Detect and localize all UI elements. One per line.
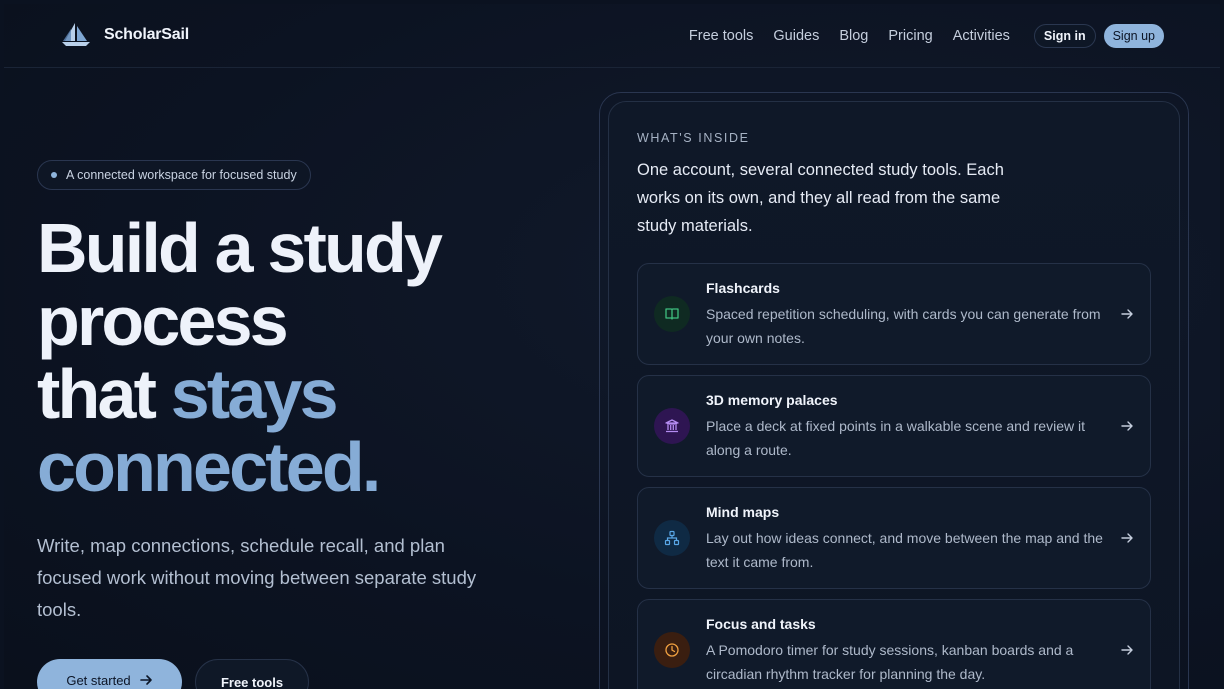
- hero-headline: Build a study process that stays connect…: [37, 212, 557, 504]
- brand-name: ScholarSail: [104, 26, 189, 43]
- memory-palaces-icon-badge: [654, 408, 690, 444]
- mind-maps-icon-badge: [654, 520, 690, 556]
- arrow-right-icon: [1121, 309, 1133, 319]
- nav-free-tools[interactable]: Free tools: [689, 28, 753, 44]
- hero-badge: A connected workspace for focused study: [37, 160, 311, 190]
- feature-description: A Pomodoro timer for study sessions, kan…: [706, 642, 1074, 682]
- get-started-button[interactable]: Get started: [37, 659, 182, 689]
- sign-up-button[interactable]: Sign up: [1103, 24, 1164, 48]
- arrow-right-icon: [1121, 645, 1133, 655]
- sign-in-button[interactable]: Sign in: [1033, 24, 1096, 48]
- nav-activities[interactable]: Activities: [953, 28, 1010, 44]
- feature-card-flashcards[interactable]: Flashcards Spaced repetition scheduling,…: [637, 263, 1151, 365]
- feature-card-memory-palaces[interactable]: 3D memory palaces Place a deck at fixed …: [637, 375, 1151, 477]
- feature-card-focus-tasks[interactable]: Focus and tasks A Pomodoro timer for stu…: [637, 599, 1151, 689]
- flashcards-icon-badge: [654, 296, 690, 332]
- focus-tasks-icon-badge: [654, 632, 690, 668]
- feature-title: Flashcards: [706, 280, 780, 296]
- free-tools-label: Free tools: [220, 674, 284, 689]
- feature-title: Focus and tasks: [706, 616, 816, 632]
- site-header: ScholarSail Free tools Guides Blog Prici…: [4, 4, 1220, 68]
- badge-dot: [51, 172, 57, 178]
- headline-accent-connected: connected.: [37, 428, 381, 506]
- headline-line-2: process: [37, 282, 289, 360]
- book-icon: [665, 308, 679, 320]
- feature-description: Spaced repetition scheduling, with cards…: [706, 306, 1101, 346]
- feature-description: Place a deck at fixed points in a walkab…: [706, 418, 1085, 458]
- hero-subtitle: Write, map connections, schedule recall,…: [37, 535, 477, 620]
- brand-logo[interactable]: ScholarSail: [60, 21, 189, 49]
- sailboat-icon: [62, 23, 90, 46]
- network-icon: [664, 530, 680, 546]
- arrow-right-icon: [139, 675, 152, 685]
- feature-card-mind-maps[interactable]: Mind maps Lay out how ideas connect, and…: [637, 487, 1151, 589]
- nav-guides[interactable]: Guides: [773, 28, 819, 44]
- arrow-right-icon: [1121, 533, 1133, 543]
- main-nav: Free tools Guides Blog Pricing Activitie…: [689, 24, 1164, 48]
- feature-title: 3D memory palaces: [706, 392, 838, 408]
- nav-blog[interactable]: Blog: [839, 28, 868, 44]
- get-started-label: Get started: [66, 672, 131, 688]
- free-tools-button[interactable]: Free tools: [195, 659, 309, 689]
- headline-line-1: Build a study: [37, 209, 443, 287]
- clock-icon: [665, 643, 679, 657]
- page-frame: ScholarSail Free tools Guides Blog Prici…: [4, 4, 1220, 689]
- nav-pricing[interactable]: Pricing: [888, 28, 932, 44]
- feature-description: Lay out how ideas connect, and move betw…: [706, 530, 1103, 570]
- landmark-icon: [665, 419, 679, 433]
- headline-line-3a: that: [37, 355, 171, 433]
- arrow-right-icon: [1121, 421, 1133, 431]
- panel-eyebrow: WHAT'S INSIDE: [637, 131, 750, 145]
- headline-accent-stays: stays: [170, 355, 339, 433]
- feature-title: Mind maps: [706, 504, 780, 520]
- badge-text: A connected workspace for focused study: [66, 168, 297, 182]
- panel-lead: One account, several connected study too…: [637, 161, 1004, 235]
